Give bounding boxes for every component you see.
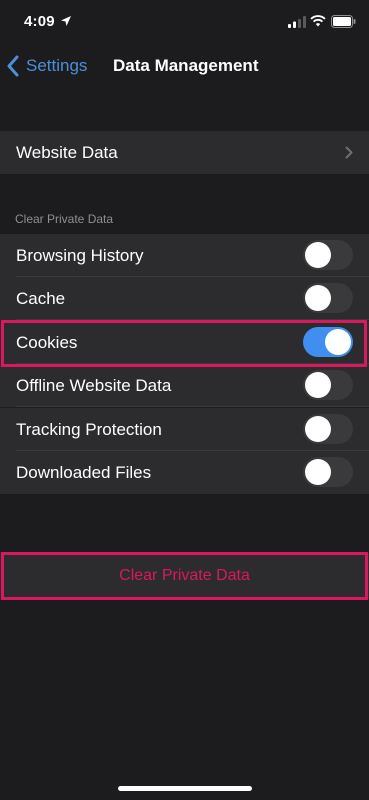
navigation-bar: Settings Data Management: [0, 44, 369, 88]
row-separator: [16, 319, 369, 320]
browsing-history-toggle[interactable]: [303, 240, 353, 270]
status-bar: 4:09: [0, 0, 369, 44]
cookies-row: Cookies: [0, 321, 369, 364]
back-label: Settings: [26, 56, 88, 75]
chevron-right-icon: [345, 146, 353, 159]
offline-website-data-toggle[interactable]: [303, 370, 353, 400]
chevron-left-icon: [7, 55, 19, 77]
row-label: Cookies: [16, 333, 78, 352]
cache-toggle[interactable]: [303, 283, 353, 313]
row-label: Tracking Protection: [16, 420, 162, 439]
website-data-label: Website Data: [16, 143, 118, 162]
clear-private-data-button[interactable]: Clear Private Data: [0, 553, 369, 599]
wifi-icon: [310, 15, 326, 27]
toggle-knob: [305, 459, 331, 485]
row-label: Browsing History: [16, 246, 144, 265]
row-separator: [16, 406, 369, 407]
toggle-knob: [305, 242, 331, 268]
downloaded-files-toggle[interactable]: [303, 457, 353, 487]
home-indicator: [118, 786, 252, 791]
downloaded-files-row: Downloaded Files: [0, 451, 369, 494]
row-label: Downloaded Files: [16, 463, 152, 482]
toggle-knob: [325, 329, 351, 355]
browsing-history-row: Browsing History: [0, 234, 369, 277]
toggle-knob: [305, 416, 331, 442]
battery-icon: [331, 15, 356, 28]
status-time: 4:09: [24, 13, 55, 30]
tracking-protection-row: Tracking Protection: [0, 408, 369, 451]
toggle-knob: [305, 285, 331, 311]
location-arrow-icon: [61, 16, 71, 26]
row-label: Offline Website Data: [16, 376, 172, 395]
toggle-knob: [305, 372, 331, 398]
row-label: Cache: [16, 289, 66, 308]
website-data-row[interactable]: Website Data: [0, 131, 369, 174]
back-button[interactable]: Settings: [6, 44, 87, 88]
cellular-signal-icon: [288, 16, 306, 28]
cache-row: Cache: [0, 277, 369, 320]
page-title: Data Management: [113, 56, 259, 75]
section-header-clear-private-data: Clear Private Data: [15, 212, 114, 226]
cookies-toggle[interactable]: [303, 327, 353, 357]
offline-website-data-row: Offline Website Data: [0, 364, 369, 407]
clear-private-data-label: Clear Private Data: [119, 567, 250, 584]
tracking-protection-toggle[interactable]: [303, 414, 353, 444]
